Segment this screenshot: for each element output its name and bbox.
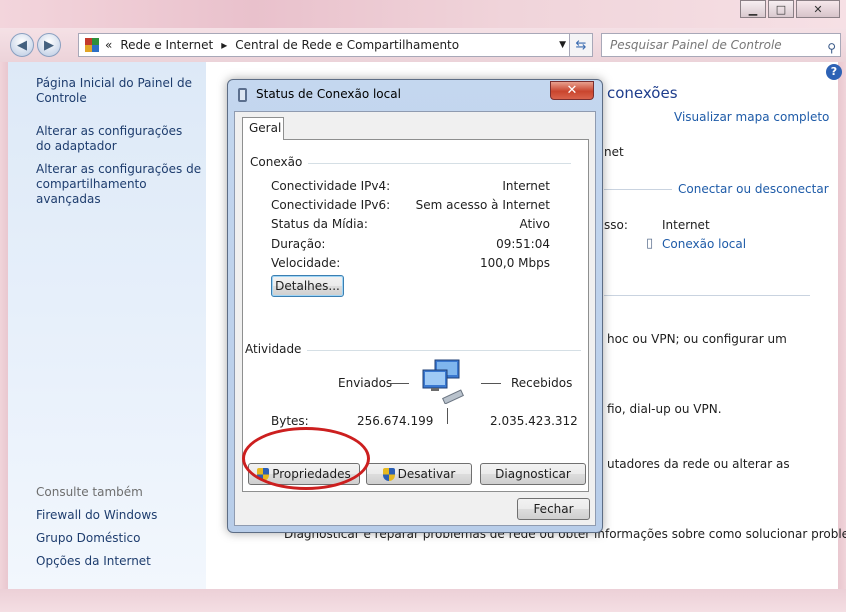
sidebar: Página Inicial do Painel de Controle Alt… [8, 62, 206, 589]
ipv4-label: Conectividade IPv4: [271, 179, 391, 193]
annotation-circle [242, 427, 370, 490]
speed-value: 100,0 Mbps [479, 256, 550, 270]
help-icon[interactable]: ? [826, 64, 842, 80]
close-button[interactable]: ✕ [796, 0, 840, 18]
breadcrumb-rede-internet[interactable]: Rede e Internet [120, 38, 213, 52]
see-also-label: Consulte também [36, 485, 143, 499]
divider [604, 189, 672, 190]
back-button[interactable]: ◀ [10, 33, 34, 57]
control-panel-icon [85, 38, 99, 52]
bytes-sent-value: 256.674.199 [357, 414, 434, 428]
breadcrumb-central-rede[interactable]: Central de Rede e Compartilhamento [235, 38, 459, 52]
dialog-title: Status de Conexão local [256, 87, 401, 101]
uac-shield-icon [382, 467, 395, 481]
breadcrumb-chevron[interactable]: « [105, 38, 112, 52]
disable-button-label: Desativar [397, 467, 456, 481]
address-toolbar: ◀ ▶ « Rede e Internet ▸ Central de Rede … [0, 28, 846, 62]
sidebar-link-internet-options[interactable]: Opções da Internet [36, 554, 151, 569]
access-type-label: sso: [604, 218, 628, 232]
refresh-button[interactable]: ⇆ [569, 33, 593, 57]
forward-button[interactable]: ▶ [37, 33, 61, 57]
window-controls: ▁ □ ✕ [740, 0, 840, 18]
disable-button[interactable]: Desativar [366, 463, 472, 485]
sidebar-link-firewall[interactable]: Firewall do Windows [36, 508, 157, 523]
dialog-close-button[interactable]: ✕ [550, 81, 594, 100]
network-computers-icon [422, 359, 464, 404]
connect-disconnect-link[interactable]: Conectar ou desconectar [678, 182, 829, 196]
window-border-bottom [0, 589, 846, 612]
address-bar[interactable]: « Rede e Internet ▸ Central de Rede e Co… [78, 33, 593, 57]
search-placeholder: Pesquisar Painel de Controle [610, 38, 782, 52]
window-titlebar: ▁ □ ✕ [0, 0, 846, 28]
connection-icon: ▯ [646, 236, 654, 251]
breadcrumb-separator-icon: ▸ [221, 38, 228, 52]
ipv4-value: Internet [502, 179, 550, 193]
media-status-label: Status da Mídia: [271, 217, 368, 231]
bytes-received-value: 2.035.423.312 [490, 414, 578, 428]
sidebar-link-adapter[interactable]: Alterar as configurações do adaptador [36, 124, 196, 154]
details-button[interactable]: Detalhes... [271, 275, 344, 297]
network-name: net [604, 145, 624, 159]
network-adapter-icon [238, 88, 247, 102]
minimize-button[interactable]: ▁ [740, 0, 766, 18]
diagnose-button[interactable]: Diagnosticar [480, 463, 586, 485]
tab-geral[interactable]: Geral [242, 117, 284, 140]
window-border-right [838, 62, 846, 589]
arrow-right-icon: ▶ [44, 37, 54, 53]
activity-group-title: Atividade [245, 342, 308, 356]
ipv6-label: Conectividade IPv6: [271, 198, 391, 212]
bytes-separator [447, 408, 448, 424]
refresh-icon: ⇆ [575, 37, 587, 53]
ipv6-value: Sem acesso à Internet [415, 198, 550, 212]
page-heading: conexões [607, 84, 678, 102]
connection-link[interactable]: Conexão local [662, 237, 746, 251]
close-dialog-button[interactable]: Fechar [517, 498, 590, 520]
task-text: hoc ou VPN; ou configurar um [607, 332, 787, 346]
received-dash [481, 383, 501, 384]
maximize-button[interactable]: □ [768, 0, 794, 18]
sidebar-link-sharing[interactable]: Alterar as configurações de compartilham… [36, 162, 202, 207]
dropdown-icon[interactable]: ▼ [559, 40, 566, 50]
received-label: Recebidos [511, 376, 573, 390]
sent-label: Enviados [338, 376, 393, 390]
arrow-left-icon: ◀ [17, 37, 27, 53]
task-text: fio, dial-up ou VPN. [607, 402, 722, 416]
divider [604, 295, 810, 296]
connection-group-title: Conexão [250, 155, 309, 169]
sent-dash [389, 383, 409, 384]
search-icon[interactable]: ⚲ [827, 37, 836, 59]
sidebar-link-homegroup[interactable]: Grupo Doméstico [36, 531, 141, 546]
access-type-value: Internet [662, 218, 710, 232]
media-status-value: Ativo [519, 217, 550, 231]
duration-value: 09:51:04 [496, 237, 550, 251]
search-input[interactable]: Pesquisar Painel de Controle ⚲ [601, 33, 841, 57]
window-border-left [0, 62, 8, 589]
speed-label: Velocidade: [271, 256, 341, 270]
view-map-link[interactable]: Visualizar mapa completo [674, 110, 829, 124]
duration-label: Duração: [271, 237, 326, 251]
sidebar-link-home[interactable]: Página Inicial do Painel de Controle [36, 76, 196, 106]
task-text: utadores da rede ou alterar as [607, 457, 790, 471]
bytes-label: Bytes: [271, 414, 309, 428]
